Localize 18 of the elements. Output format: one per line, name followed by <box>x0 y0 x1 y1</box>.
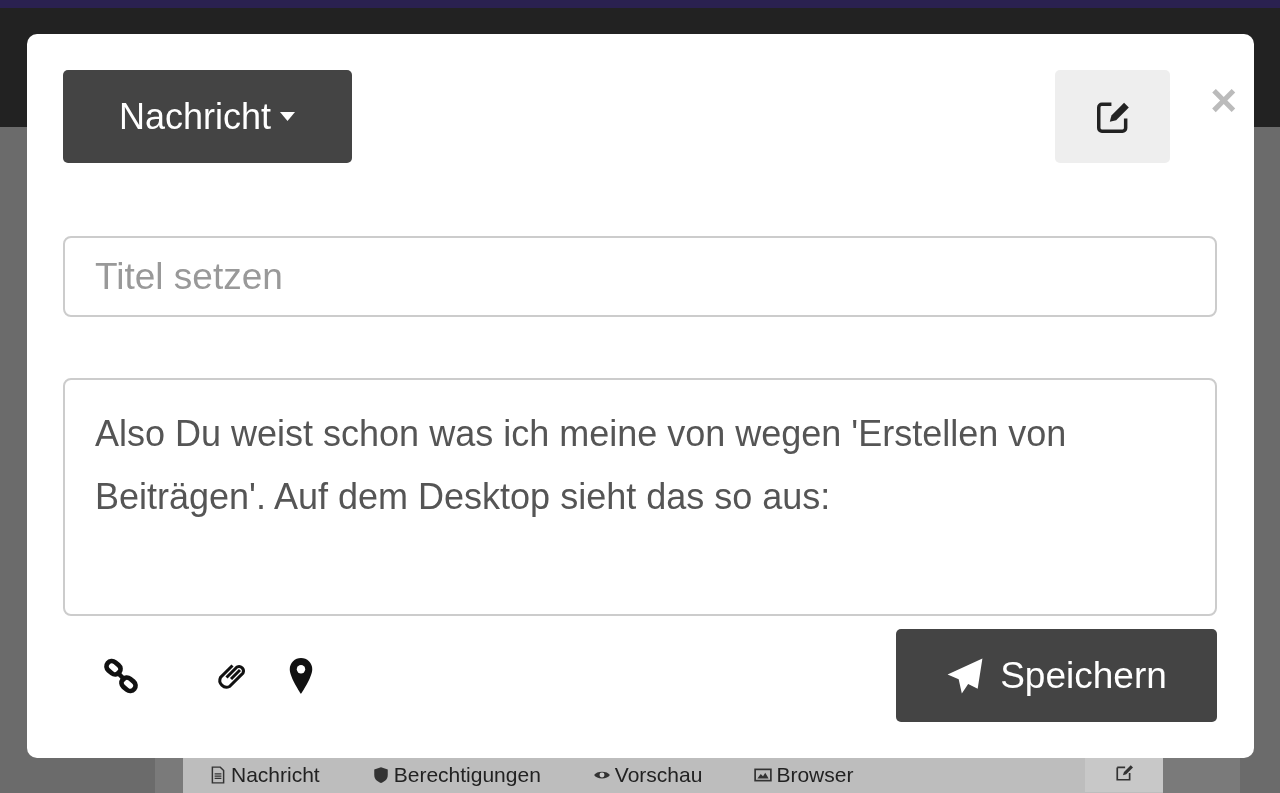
message-textarea[interactable]: Also Du weist schon was ich meine von wegen 'Erstellen von Beiträgen'. Auf dem Desktop sieht das so aus: <box>63 378 1217 616</box>
map-pin-icon[interactable] <box>289 657 313 694</box>
title-input[interactable]: Titel setzen <box>63 236 1217 317</box>
caret-icon <box>279 112 297 121</box>
shield-icon <box>371 766 390 784</box>
document-icon <box>209 766 227 784</box>
edit-button[interactable] <box>1085 758 1163 792</box>
background-tab[interactable]: Nachricht <box>183 763 346 787</box>
message-type-dropdown[interactable]: Nachricht <box>63 70 352 163</box>
link-icon[interactable] <box>103 657 139 694</box>
image-icon <box>754 766 773 784</box>
background-tab[interactable]: Browser <box>728 763 880 787</box>
paper-plane-icon <box>946 656 985 695</box>
background-tab[interactable]: Vorschau <box>566 763 729 787</box>
save-button[interactable]: Speichern <box>896 629 1217 722</box>
edit-icon <box>1115 764 1133 782</box>
edit-button[interactable] <box>1055 70 1171 163</box>
background-tab[interactable]: Berechtigungen <box>345 763 567 787</box>
